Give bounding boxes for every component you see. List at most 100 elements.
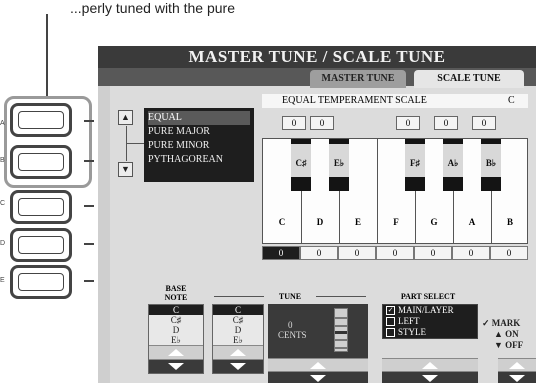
white-tune-d[interactable]: 0 [300, 246, 338, 260]
black-key-label: F♯ [405, 144, 425, 177]
scale-item-pure-major[interactable]: PURE MAJOR [148, 125, 250, 139]
white-key-a: A [468, 217, 476, 227]
base-note-item[interactable]: E♭ [149, 335, 203, 345]
tune-down-button[interactable] [268, 371, 368, 383]
slider-thumb[interactable] [335, 331, 347, 334]
white-tune-e[interactable]: 0 [338, 246, 376, 260]
mark-text: MARK [491, 318, 521, 328]
white-tune-f[interactable]: 0 [376, 246, 414, 260]
hw-tick-e [84, 280, 94, 282]
white-tune-c[interactable]: 0 [262, 246, 300, 260]
base-note-up-button[interactable] [149, 345, 203, 359]
tune-note-item[interactable]: E♭ [213, 335, 263, 345]
black-key-aflat: A♭ [443, 139, 463, 191]
white-key-g: G [430, 217, 438, 227]
part-select-list[interactable]: ✓ MAIN/LAYER LEFT STYLE [382, 304, 478, 339]
scale-item-pythagorean[interactable]: PYTHAGOREAN [148, 153, 250, 167]
part-select-item-left[interactable]: LEFT [383, 316, 477, 327]
slider-tick [335, 347, 347, 349]
base-note-item[interactable]: D [149, 325, 203, 335]
bracket-line-h [126, 143, 144, 144]
scale-item-pure-minor[interactable]: PURE MINOR [148, 139, 250, 153]
key-divider [377, 139, 378, 243]
black-tune-aflat[interactable]: 0 [434, 116, 458, 130]
tune-note-down-button[interactable] [213, 359, 263, 373]
tune-slider[interactable] [334, 308, 348, 352]
slider-tick [335, 339, 347, 341]
base-note-down-button[interactable] [149, 359, 203, 373]
slider-tick [335, 317, 347, 319]
base-note-list[interactable]: C C♯ D E♭ [148, 304, 204, 374]
black-key-label: E♭ [329, 144, 349, 177]
caption-text: ...perly tuned with the pure [70, 0, 235, 16]
part-select-header: PART SELECT [400, 292, 456, 301]
base-note-item[interactable]: C♯ [149, 315, 203, 325]
black-tune-eflat[interactable]: 0 [310, 116, 334, 130]
tune-header-line-left [214, 296, 264, 297]
checkbox-icon [386, 328, 395, 338]
mark-label: ✓ MARK [482, 318, 521, 328]
black-tune-fsharp[interactable]: 0 [396, 116, 420, 130]
hw-tick-a [84, 120, 94, 122]
mark-off: ▼ OFF [494, 340, 524, 350]
part-select-label: MAIN/LAYER [398, 305, 454, 315]
white-key-c: C [278, 217, 286, 227]
tab-scale-tune[interactable]: SCALE TUNE [414, 70, 524, 88]
part-select-label: STYLE [398, 327, 426, 337]
hw-label-d: D [0, 240, 6, 247]
white-tune-a[interactable]: 0 [452, 246, 490, 260]
tune-note-up-button[interactable] [213, 345, 263, 359]
black-key-eflat: E♭ [329, 139, 349, 191]
scale-list[interactable]: EQUAL PURE MAJOR PURE MINOR PYTHAGOREAN [144, 108, 254, 182]
black-key-csharp: C♯ [291, 139, 311, 191]
hw-label-e: E [0, 277, 5, 284]
tune-note-item[interactable]: D [213, 325, 263, 335]
part-select-up-button[interactable] [382, 358, 478, 371]
scale-item-equal[interactable]: EQUAL [148, 111, 250, 125]
mark-down-button[interactable] [498, 371, 536, 383]
part-select-down-button[interactable] [382, 371, 478, 383]
black-key-label: B♭ [481, 144, 501, 177]
black-tune-csharp[interactable]: 0 [282, 116, 306, 130]
part-select-label: LEFT [398, 316, 420, 326]
tune-unit: CENTS [278, 330, 307, 340]
tune-value: 0 [288, 320, 293, 330]
black-tune-bflat[interactable]: 0 [472, 116, 496, 130]
checkbox-checked-icon: ✓ [386, 306, 395, 316]
mark-panel: ✓ MARK ▲ ON ▼ OFF [482, 318, 534, 351]
tune-note-list[interactable]: C C♯ D E♭ [212, 304, 264, 374]
tune-header-line-right [316, 296, 366, 297]
white-key-d: D [316, 217, 324, 227]
scale-down-button[interactable]: ▼ [118, 162, 133, 177]
part-select-item-main-layer[interactable]: ✓ MAIN/LAYER [383, 305, 477, 316]
hw-label-c: C [0, 200, 6, 207]
part-select-item-style[interactable]: STYLE [383, 327, 477, 338]
hw-label-a: A [0, 120, 5, 127]
hw-button-d[interactable] [10, 228, 72, 262]
scale-name-bar: EQUAL TEMPERAMENT SCALE C [262, 94, 528, 108]
tune-note-item[interactable]: C [213, 305, 263, 315]
mark-up-button[interactable] [498, 358, 536, 371]
tune-cents-box[interactable]: 0 CENTS [268, 304, 368, 360]
tune-up-button[interactable] [268, 358, 368, 371]
hw-tick-d [84, 243, 94, 245]
hw-button-e[interactable] [10, 265, 72, 299]
mark-on: ▲ ON [494, 329, 519, 339]
white-tune-b[interactable]: 0 [490, 246, 528, 260]
white-tune-g[interactable]: 0 [414, 246, 452, 260]
base-note-item[interactable]: C [149, 305, 203, 315]
hw-button-c[interactable] [10, 190, 72, 224]
leader-line [46, 14, 48, 96]
slider-tick [335, 325, 347, 327]
scale-up-button[interactable]: ▲ [118, 110, 133, 125]
keyboard: C♯ E♭ F♯ A♭ B♭ C D E F G A B [262, 138, 528, 244]
screen-title: MASTER TUNE / SCALE TUNE [98, 46, 536, 68]
black-key-label: A♭ [443, 144, 463, 177]
tune-note-item[interactable]: C♯ [213, 315, 263, 325]
hw-tick-b [84, 160, 94, 162]
tab-master-tune[interactable]: MASTER TUNE [310, 70, 406, 88]
hw-button-a[interactable] [10, 103, 72, 137]
hw-button-b[interactable] [10, 145, 72, 179]
base-note-header: BASE NOTE [148, 284, 204, 302]
base-key: C [508, 95, 515, 106]
